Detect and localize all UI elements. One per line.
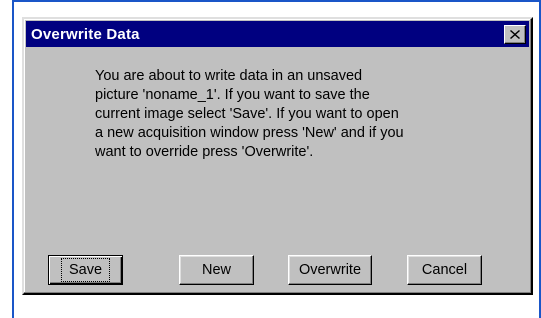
dialog-titlebar[interactable]: Overwrite Data xyxy=(26,21,529,47)
save-button-label: Save xyxy=(60,258,111,282)
dialog-title: Overwrite Data xyxy=(31,25,140,43)
cancel-button-label: Cancel xyxy=(421,262,468,278)
window-left-edge xyxy=(12,0,14,318)
save-button[interactable]: Save xyxy=(48,255,123,285)
close-button[interactable] xyxy=(504,24,526,44)
message-line: picture 'noname_1'. If you want to save … xyxy=(95,87,370,103)
message-line: current image select 'Save'. If you want… xyxy=(95,106,399,122)
new-button[interactable]: New xyxy=(179,255,254,285)
cancel-button[interactable]: Cancel xyxy=(407,255,482,285)
overwrite-button[interactable]: Overwrite xyxy=(288,255,372,285)
message-line: a new acquisition window press 'New' and… xyxy=(95,125,404,141)
overwrite-data-dialog: Overwrite Data You are about to write da… xyxy=(22,17,533,295)
window-top-edge xyxy=(12,0,541,2)
message-line: You are about to write data in an unsave… xyxy=(95,68,363,84)
screen: Overwrite Data You are about to write da… xyxy=(0,0,541,318)
new-button-label: New xyxy=(201,262,231,278)
close-icon xyxy=(510,29,520,39)
message-line: want to override press 'Overwrite'. xyxy=(95,144,314,160)
dialog-message: You are about to write data in an unsave… xyxy=(95,67,465,162)
overwrite-button-label: Overwrite xyxy=(298,262,362,278)
